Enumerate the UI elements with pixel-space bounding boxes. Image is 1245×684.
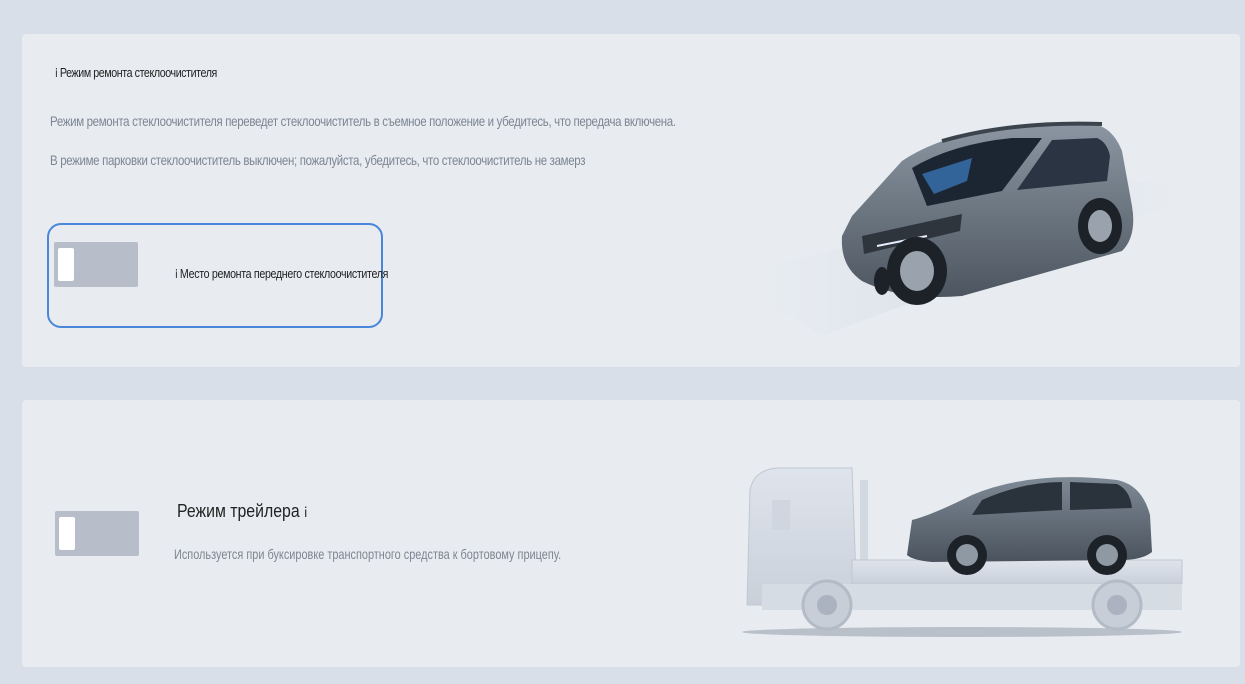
toggle-knob: [59, 517, 75, 550]
front-wiper-repair-option[interactable]: ⅰ Место ремонта переднего стеклоочистител…: [47, 223, 388, 328]
wiper-repair-card: ⅰ Режим ремонта стеклоочистителя Режим ре…: [22, 34, 1240, 367]
wiper-description-1: Режим ремонта стеклоочистителя переведет…: [50, 113, 676, 129]
front-wiper-toggle[interactable]: [54, 242, 138, 287]
suv-car-image: [722, 121, 1222, 336]
trailer-mode-title: Режим трейлера ⅰ: [177, 501, 308, 521]
wiper-section-title: ⅰ Режим ремонта стеклоочистителя: [55, 65, 217, 80]
trailer-mode-card: Режим трейлера ⅰ Используется при буксир…: [22, 400, 1240, 667]
trailer-mode-description: Используется при буксировке транспортног…: [174, 546, 562, 562]
trailer-mode-toggle[interactable]: [55, 511, 139, 556]
flatbed-truck-image: [742, 467, 1183, 637]
wiper-description-2: В режиме парковки стеклоочиститель выклю…: [50, 152, 586, 168]
info-icon[interactable]: ⅰ: [304, 504, 307, 520]
front-wiper-option-label: ⅰ Место ремонта переднего стеклоочистител…: [175, 266, 389, 281]
toggle-knob: [58, 248, 74, 281]
